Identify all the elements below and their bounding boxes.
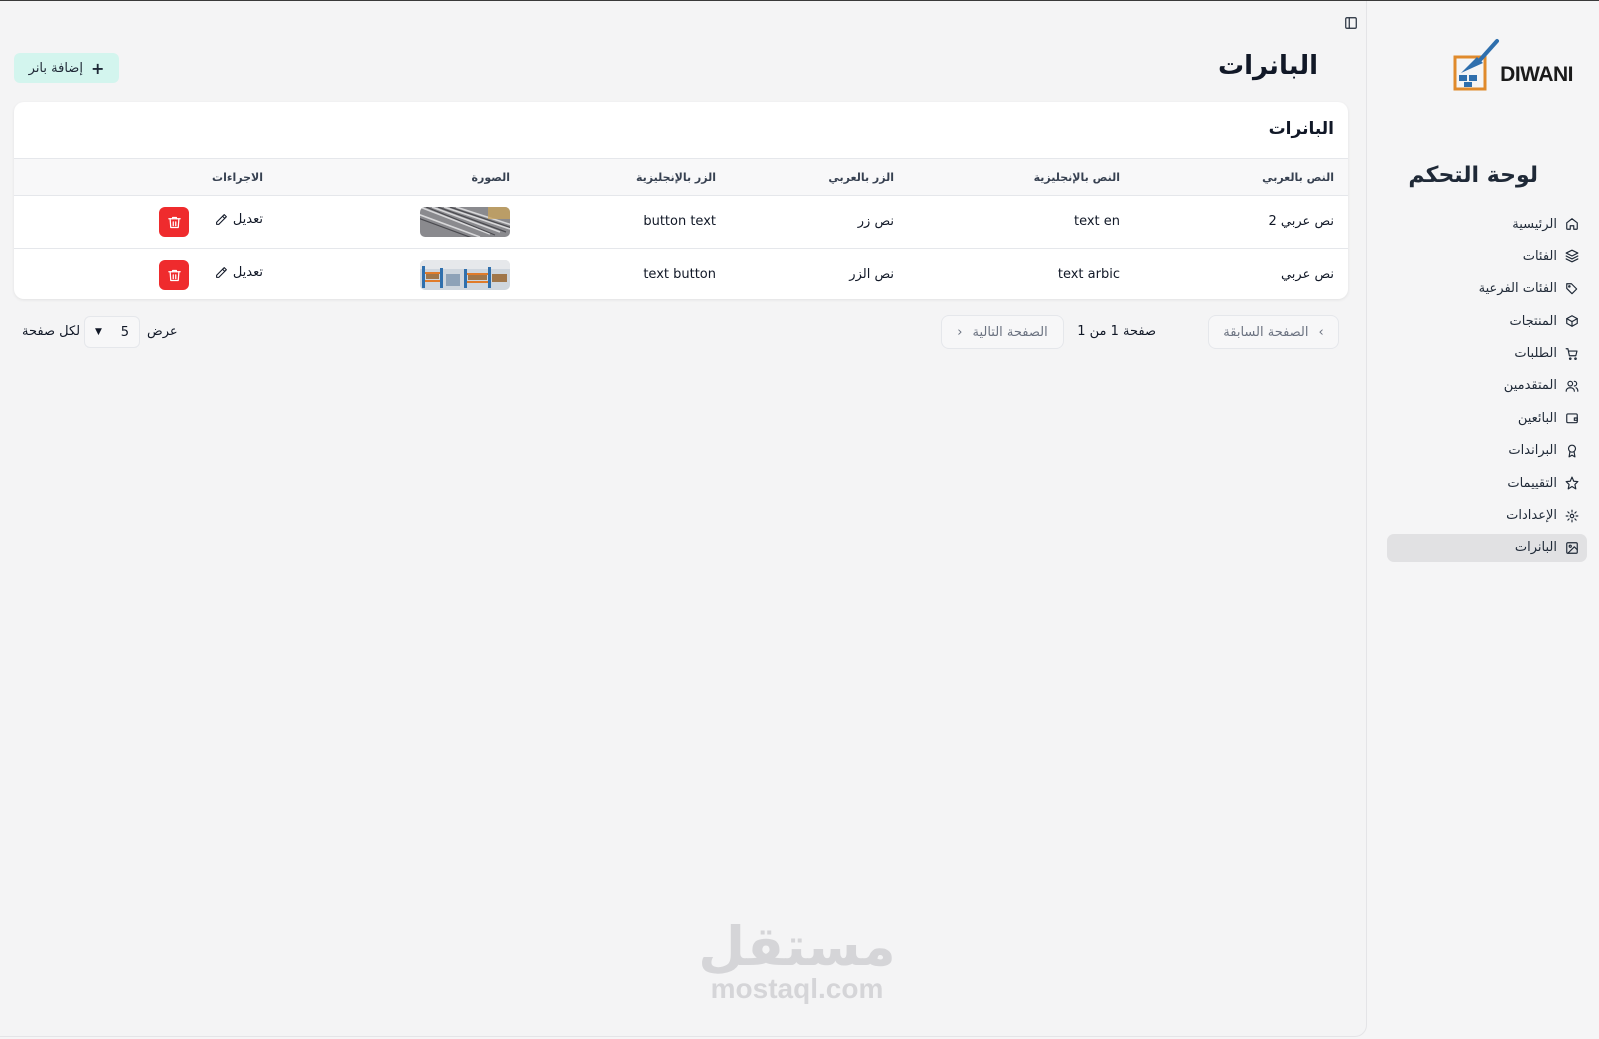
sidebar-item-subcategories[interactable]: الفئات الفرعية (1387, 275, 1587, 303)
show-label: عرض (147, 324, 178, 339)
table-header: النص بالعربي النص بالإنجليزية الزر بالعر… (14, 158, 1348, 196)
column-header-image: الصورة (471, 171, 510, 184)
previous-page-label: الصفحة السابقة (1223, 324, 1309, 340)
watermark-english: mostaql.com (710, 973, 884, 1004)
add-banner-button[interactable]: + إضافة بانر (14, 53, 119, 83)
cell-button-ar: نص الزر (849, 267, 894, 282)
edit-label: تعديل (232, 212, 263, 227)
sidebar-item-orders[interactable]: الطلبات (1387, 340, 1587, 368)
image-icon (1564, 540, 1579, 555)
sidebar-item-home[interactable]: الرئيسية (1387, 210, 1587, 238)
chevron-right-icon: › (1318, 324, 1324, 340)
sidebar-item-label: المنتجات (1509, 313, 1557, 329)
sidebar-item-label: الإعدادات (1506, 508, 1557, 524)
add-banner-label: إضافة بانر (28, 60, 83, 76)
home-icon (1564, 217, 1579, 232)
chevron-left-icon: ‹ (957, 324, 963, 340)
sidebar-toggle-icon[interactable] (1341, 13, 1361, 33)
cell-button-ar: نص زر (857, 214, 894, 229)
sidebar-title: لوحة التحكم (1408, 163, 1538, 188)
per-page-label: لكل صفحة (22, 324, 81, 339)
chevron-down-icon: ▼ (95, 327, 102, 337)
per-page-select[interactable]: ▼ 5 (84, 316, 140, 348)
sidebar-item-label: الرئيسية (1512, 216, 1557, 232)
sidebar-item-settings[interactable]: الإعدادات (1387, 502, 1587, 530)
cart-icon (1564, 346, 1579, 361)
card-title: البانرات (1268, 119, 1334, 139)
delete-button[interactable] (159, 207, 189, 237)
sidebar-item-label: الفئات (1522, 248, 1557, 264)
pencil-icon (215, 214, 227, 225)
column-header-text-en: النص بالإنجليزية (1033, 171, 1120, 184)
column-header-button-ar: الزر بالعربي (828, 171, 894, 184)
column-header-button-en: الزر بالإنجليزية (635, 171, 716, 184)
pencil-icon (215, 267, 227, 278)
edit-button[interactable]: تعديل (215, 265, 263, 280)
main-panel: البانرات + إضافة بانر البانرات النص بالع… (0, 1, 1367, 1037)
sidebar-item-label: المتقدمين (1503, 378, 1557, 394)
cell-text-ar: نص عربي (1280, 267, 1334, 282)
watermark: مستقل mostaql.com (697, 919, 897, 1005)
banner-thumbnail (420, 260, 510, 290)
edit-label: تعديل (232, 265, 263, 280)
sidebar-item-label: البانرات (1514, 540, 1557, 556)
sidebar: DIWANI لوحة التحكم الرئيسية الفئات الفئا… (1367, 1, 1599, 1039)
watermark-arabic: مستقل (698, 915, 896, 978)
sidebar-item-banners[interactable]: البانرات (1387, 533, 1587, 562)
table-row: نص عربي text arbic نص الزر text button ت… (14, 249, 1348, 299)
settings-icon (1564, 508, 1579, 523)
next-page-label: الصفحة التالية (972, 324, 1048, 340)
sidebar-item-label: الفئات الفرعية (1478, 281, 1557, 297)
sidebar-item-label: التقييمات (1507, 475, 1557, 491)
column-header-text-ar: النص بالعربي (1262, 171, 1334, 184)
column-header-actions: الاجراءات (212, 171, 263, 184)
sidebar-item-brands[interactable]: البراندات (1387, 437, 1587, 465)
logo-text: DIWANI (1500, 63, 1573, 86)
edit-button[interactable]: تعديل (215, 212, 263, 227)
sidebar-item-applicants[interactable]: المتقدمين (1387, 372, 1587, 400)
award-icon (1564, 443, 1579, 458)
trash-icon (167, 216, 181, 228)
users-icon (1564, 378, 1579, 393)
sidebar-item-label: البائعين (1517, 410, 1557, 426)
per-page-value: 5 (120, 324, 129, 340)
package-icon (1564, 314, 1579, 329)
cell-text-ar: نص عربي 2 (1268, 214, 1334, 229)
sidebar-item-categories[interactable]: الفئات (1387, 242, 1587, 270)
page-title: البانرات (1217, 51, 1318, 81)
page-info: صفحة 1 من 1 (1077, 324, 1156, 339)
wallet-icon (1564, 411, 1579, 426)
trowel-logo-icon (1453, 39, 1499, 91)
sidebar-item-sellers[interactable]: البائعين (1387, 404, 1587, 432)
layers-icon (1564, 249, 1579, 264)
sidebar-item-label: البراندات (1508, 443, 1557, 459)
plus-icon: + (90, 58, 105, 78)
sidebar-item-reviews[interactable]: التقييمات (1387, 469, 1587, 497)
next-page-button[interactable]: الصفحة التالية ‹ (941, 315, 1064, 349)
star-icon (1564, 476, 1579, 491)
sidebar-item-label: الطلبات (1514, 346, 1557, 362)
banners-card: البانرات النص بالعربي النص بالإنجليزية ا… (14, 102, 1348, 299)
delete-button[interactable] (159, 260, 189, 290)
sidebar-nav: الرئيسية الفئات الفئات الفرعية المنتجات … (1387, 210, 1587, 566)
cell-text-en: text en (1073, 214, 1120, 229)
banner-thumbnail (420, 207, 510, 237)
table-row: نص عربي 2 text en نص زر button text تعدي… (14, 196, 1348, 249)
cell-button-en: text button (643, 267, 716, 282)
tag-icon (1564, 281, 1579, 296)
previous-page-button[interactable]: › الصفحة السابقة (1208, 315, 1339, 349)
cell-text-en: text arbic (1057, 267, 1120, 282)
cell-button-en: button text (643, 214, 716, 229)
sidebar-item-products[interactable]: المنتجات (1387, 307, 1587, 335)
trash-icon (167, 269, 181, 281)
